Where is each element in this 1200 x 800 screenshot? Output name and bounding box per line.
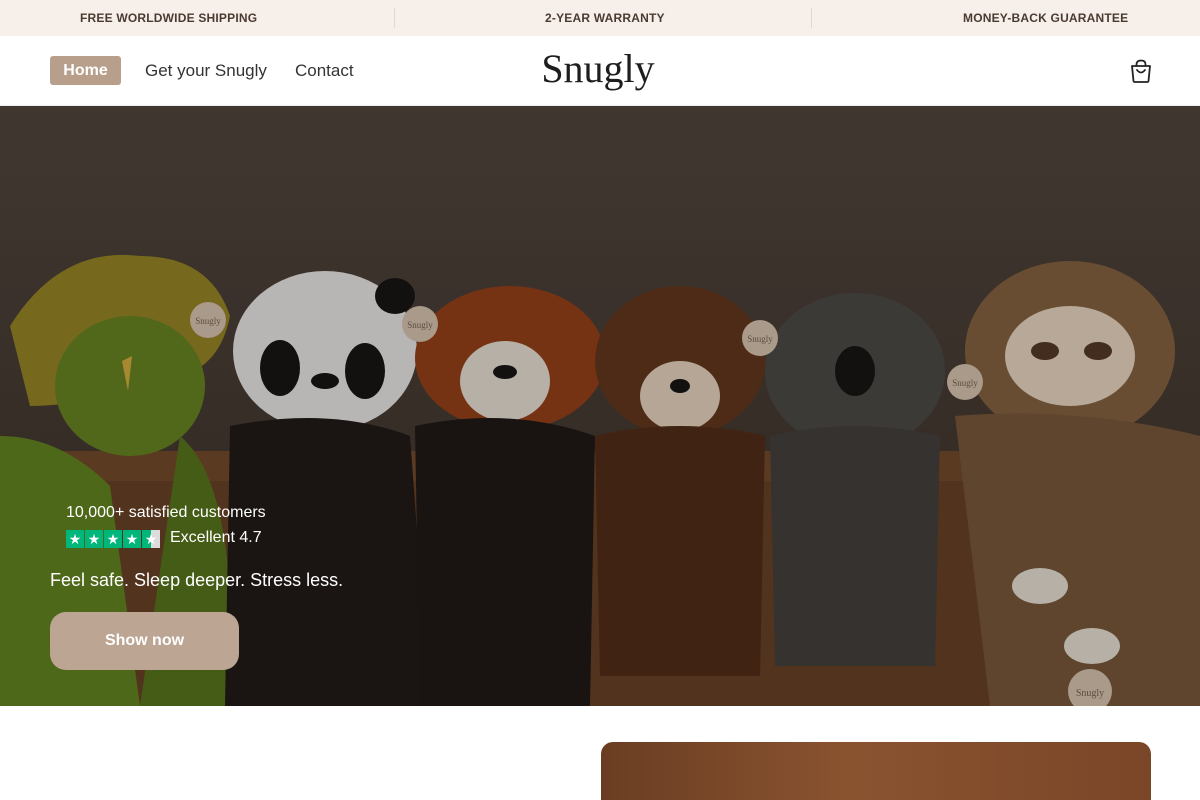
shopping-bag-icon bbox=[1131, 59, 1151, 83]
show-now-button[interactable]: Show now bbox=[50, 612, 239, 670]
rating-label: Excellent 4.7 bbox=[170, 529, 262, 546]
site-header: Home Get your Snugly Contact Snugly bbox=[0, 36, 1200, 106]
announcement-warranty: 2-YEAR WARRANTY bbox=[545, 11, 665, 25]
customer-count: 10,000+ satisfied customers bbox=[66, 504, 266, 521]
star-icon: ★ bbox=[66, 530, 84, 548]
announcement-shipping: FREE WORLDWIDE SHIPPING bbox=[80, 11, 258, 25]
star-icon: ★ bbox=[85, 530, 103, 548]
site-logo[interactable]: Snugly bbox=[500, 44, 696, 94]
star-rating: ★ ★ ★ ★ ★ bbox=[66, 530, 161, 550]
hero-banner: Snugly Snugly Snugly Snugly Snugly 10,00… bbox=[0, 106, 1200, 706]
announcement-divider bbox=[394, 8, 395, 28]
nav-get-your-snugly-link[interactable]: Get your Snugly bbox=[145, 56, 267, 85]
cart-button[interactable] bbox=[1126, 56, 1156, 86]
announcement-divider bbox=[811, 8, 812, 28]
star-icon: ★ bbox=[104, 530, 122, 548]
announcement-bar: FREE WORLDWIDE SHIPPING 2-YEAR WARRANTY … bbox=[0, 0, 1200, 36]
half-star-icon: ★ bbox=[142, 530, 160, 548]
announcement-guarantee: MONEY-BACK GUARANTEE bbox=[963, 11, 1129, 25]
hero-tagline: Feel safe. Sleep deeper. Stress less. bbox=[50, 570, 344, 590]
nav-home-link[interactable]: Home bbox=[50, 56, 121, 85]
nav-contact-link[interactable]: Contact bbox=[295, 56, 354, 85]
star-icon: ★ bbox=[123, 530, 141, 548]
product-image-card bbox=[601, 742, 1151, 800]
